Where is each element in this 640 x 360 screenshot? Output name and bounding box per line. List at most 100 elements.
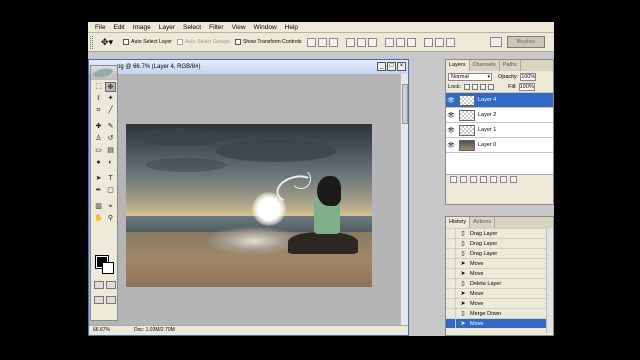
distribute-hcenter-icon[interactable]	[435, 37, 445, 47]
checkbox-box[interactable]	[123, 39, 129, 45]
standard-mode-icon[interactable]	[94, 281, 104, 289]
layer-row[interactable]: 👁 Layer 0	[446, 137, 553, 152]
history-item[interactable]: ➤ Move	[446, 298, 553, 309]
opacity-input[interactable]: 100%	[520, 72, 537, 81]
menu-help[interactable]: Help	[281, 22, 302, 33]
lock-position-icon[interactable]	[480, 84, 487, 90]
layer-row[interactable]: 👁 Layer 4	[446, 92, 553, 107]
align-hcenter-icon[interactable]	[357, 37, 367, 47]
distribute-top-icon[interactable]	[385, 37, 395, 47]
layer-row[interactable]: 👁 Layer 2	[446, 107, 553, 122]
path-select-icon[interactable]: ➤	[93, 174, 104, 184]
document-title[interactable]: pg @ 66.7% (Layer 4, RGB/8#)	[89, 60, 408, 74]
history-item[interactable]: ▯ Merge Down	[446, 308, 553, 319]
history-item[interactable]: ➤ Move	[446, 288, 553, 299]
scroll-thumb[interactable]	[402, 84, 408, 124]
canvas-image[interactable]	[126, 124, 372, 287]
menu-filter[interactable]: Filter	[205, 22, 227, 33]
menu-select[interactable]: Select	[179, 22, 205, 33]
align-left-icon[interactable]	[346, 37, 356, 47]
close-button[interactable]: ×	[397, 62, 406, 71]
layer-mask-icon[interactable]	[470, 176, 477, 183]
crop-tool-icon[interactable]: ⌗	[93, 106, 104, 116]
adjustment-layer-icon[interactable]	[480, 176, 487, 183]
history-brush-source[interactable]	[446, 238, 456, 249]
history-item[interactable]: ▯ Delete Layer	[446, 278, 553, 289]
zoom-tool-icon[interactable]: ⚲	[105, 214, 116, 224]
screen-mode-icon[interactable]	[94, 296, 104, 304]
new-group-icon[interactable]	[490, 176, 497, 183]
slice-tool-icon[interactable]: ╱	[105, 106, 116, 116]
menu-edit[interactable]: Edit	[109, 22, 128, 33]
distribute-bottom-icon[interactable]	[407, 37, 417, 47]
layer-style-icon[interactable]	[460, 176, 467, 183]
menu-window[interactable]: Window	[250, 22, 281, 33]
align-top-icon[interactable]	[307, 37, 317, 47]
options-grip[interactable]	[90, 35, 93, 49]
blur-tool-icon[interactable]: ●	[93, 158, 104, 168]
move-tool-icon[interactable]: ✥▾	[96, 36, 118, 49]
menu-image[interactable]: Image	[129, 22, 155, 33]
vertical-scrollbar[interactable]	[400, 74, 408, 326]
dodge-tool-icon[interactable]: ◐	[105, 158, 116, 168]
background-color-swatch[interactable]	[102, 262, 114, 274]
history-brush-source[interactable]	[446, 258, 456, 269]
magic-wand-icon[interactable]: ✦	[105, 94, 116, 104]
shape-tool-icon[interactable]: ▢	[105, 186, 116, 196]
history-brush-source[interactable]	[446, 318, 456, 329]
history-item[interactable]: ➤ Move	[446, 268, 553, 279]
eye-icon[interactable]: 👁	[446, 127, 456, 134]
lock-pixels-icon[interactable]	[472, 84, 479, 90]
show-transform-controls-checkbox[interactable]: Show Transform Controls	[234, 39, 301, 45]
hand-tool-icon[interactable]: ✋	[93, 214, 104, 224]
clone-stamp-icon[interactable]: ♙	[93, 134, 104, 144]
history-item[interactable]: ➤ Move	[446, 318, 553, 329]
full-screen-mode-icon[interactable]	[106, 296, 116, 304]
eye-icon[interactable]: 👁	[446, 97, 456, 104]
distribute-vcenter-icon[interactable]	[396, 37, 406, 47]
history-scrollbar[interactable]	[546, 228, 553, 333]
history-item[interactable]: ▯ Drag Layer	[446, 248, 553, 259]
history-item[interactable]: ▯ Drag Layer	[446, 228, 553, 239]
layer-row[interactable]: 👁 Layer 1	[446, 122, 553, 137]
tab-paths[interactable]: Paths	[500, 60, 521, 71]
tab-actions[interactable]: Actions	[470, 217, 496, 228]
menu-file[interactable]: File	[91, 22, 109, 33]
checkbox-box[interactable]	[176, 39, 183, 45]
auto-select-layer-checkbox[interactable]: Auto Select Layer	[123, 39, 172, 45]
history-brush-source[interactable]	[446, 288, 456, 299]
history-brush-source[interactable]	[446, 278, 456, 289]
distribute-left-icon[interactable]	[424, 37, 434, 47]
eyedropper-icon[interactable]: ⌖	[105, 202, 116, 212]
eraser-icon[interactable]: ▭	[93, 146, 104, 156]
eye-icon[interactable]: 👁	[446, 142, 456, 149]
new-layer-icon[interactable]	[500, 176, 507, 183]
brush-tool-icon[interactable]: ✎	[105, 122, 116, 132]
lock-all-icon[interactable]	[488, 84, 495, 90]
layer-name[interactable]: Layer 0	[478, 142, 496, 148]
delete-layer-icon[interactable]	[510, 176, 517, 183]
menu-layer[interactable]: Layer	[155, 22, 179, 33]
type-tool-icon[interactable]: T	[105, 174, 116, 184]
history-item[interactable]: ➤ Move	[446, 258, 553, 269]
gradient-tool-icon[interactable]: ▤	[105, 146, 116, 156]
move-tool-icon[interactable]: ✥	[105, 82, 116, 92]
link-layers-icon[interactable]	[450, 176, 457, 183]
checkbox-box[interactable]	[234, 39, 241, 45]
toolbox-header[interactable]	[91, 66, 117, 80]
lock-transparency-icon[interactable]	[464, 84, 471, 90]
history-brush-source[interactable]	[446, 268, 456, 279]
history-brush-source[interactable]	[446, 248, 456, 259]
marquee-tool-icon[interactable]: ⬚	[93, 82, 104, 92]
distribute-right-icon[interactable]	[446, 37, 456, 47]
align-vcenter-icon[interactable]	[318, 37, 328, 47]
history-item[interactable]: ▯ Drag Layer	[446, 238, 553, 249]
layer-name[interactable]: Layer 2	[478, 112, 496, 118]
notes-tool-icon[interactable]: ▥	[93, 202, 104, 212]
history-brush-source[interactable]	[446, 298, 456, 309]
layer-name[interactable]: Layer 1	[478, 127, 496, 133]
tab-history[interactable]: History	[446, 217, 471, 228]
tab-channels[interactable]: Channels	[470, 60, 500, 71]
zoom-level[interactable]: 66.67%	[89, 326, 110, 335]
lasso-tool-icon[interactable]: ℓ	[93, 94, 104, 104]
